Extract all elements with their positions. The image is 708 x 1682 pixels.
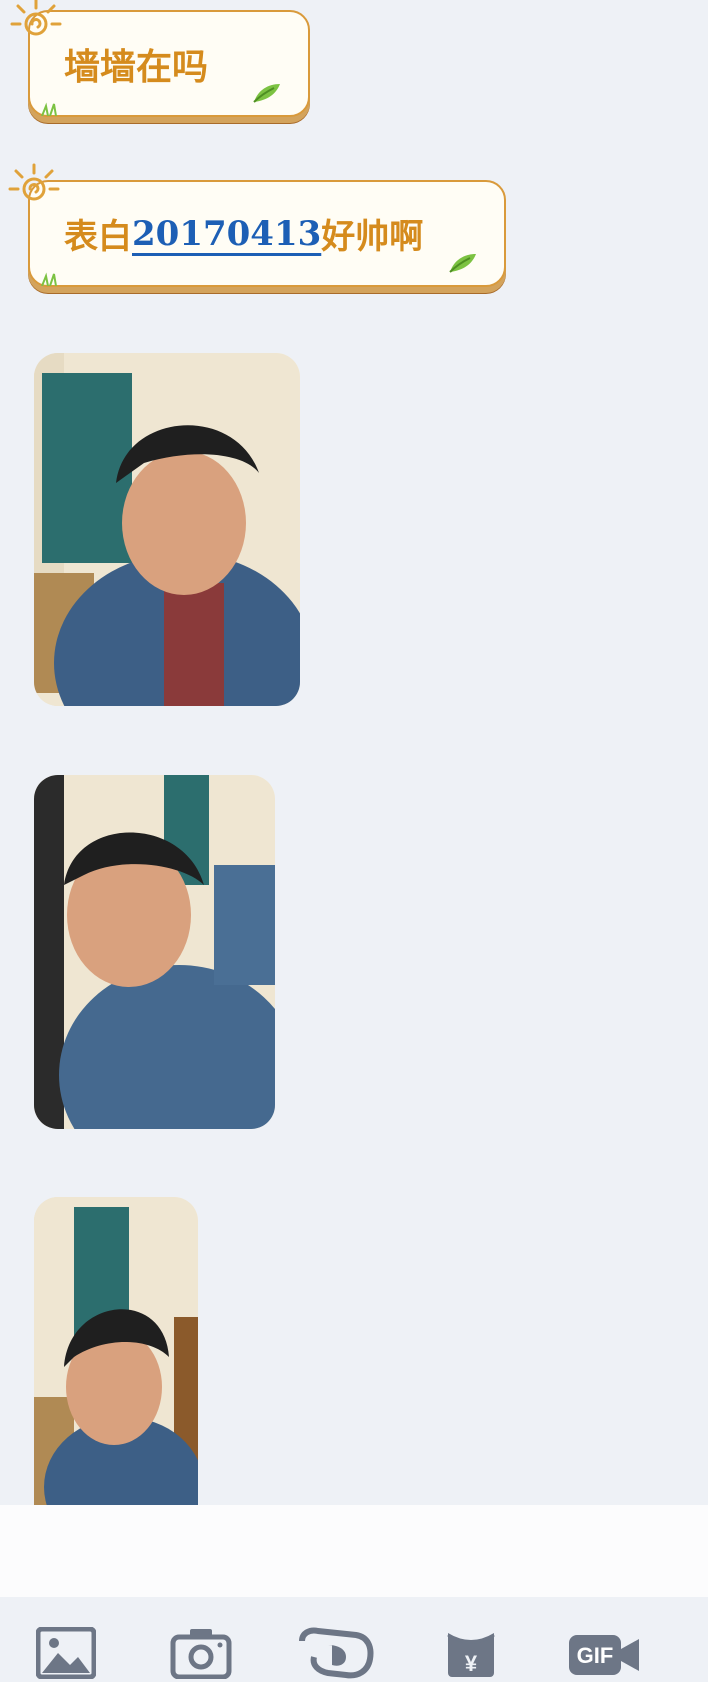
photo-message[interactable] [34,1197,198,1505]
message-input[interactable] [0,1505,708,1597]
leaf-icon [253,84,280,103]
message-input-area[interactable] [0,1505,708,1597]
gif-icon: GIF [569,1635,639,1675]
message-text: 墙墙在吗 [64,45,209,88]
grass-icon [41,272,57,286]
image-icon [36,1627,96,1679]
message-bubble[interactable]: 表白 20170413 好帅啊 [28,180,506,287]
photo-message[interactable] [34,353,300,706]
message-suffix: 好帅啊 [321,217,424,257]
sun-icon [8,163,60,201]
chat-area[interactable]: 墙墙在吗 表白 20170413 好帅啊 [0,0,708,1505]
leaf-icon [449,254,476,273]
image-button[interactable] [36,1627,96,1679]
date-link[interactable]: 20170413 [132,214,321,254]
voice-button[interactable] [298,1627,376,1679]
voice-icon [299,1627,374,1679]
red-packet-icon: ¥ [447,1629,495,1677]
gif-button[interactable]: GIF [567,1627,643,1679]
gif-label: GIF [577,1643,614,1668]
camera-icon [170,1629,232,1679]
grass-icon [41,102,57,116]
red-packet-button[interactable]: ¥ [446,1627,496,1679]
photo-message[interactable] [34,775,275,1129]
photo-image [34,775,275,1129]
photo-image [34,1197,198,1505]
input-toolbar: ¥ GIF [0,1597,708,1682]
sun-icon [10,0,62,36]
yuan-symbol: ¥ [465,1651,478,1676]
message-prefix: 表白 [64,217,132,257]
photo-image [34,353,300,706]
camera-button[interactable] [170,1627,232,1679]
